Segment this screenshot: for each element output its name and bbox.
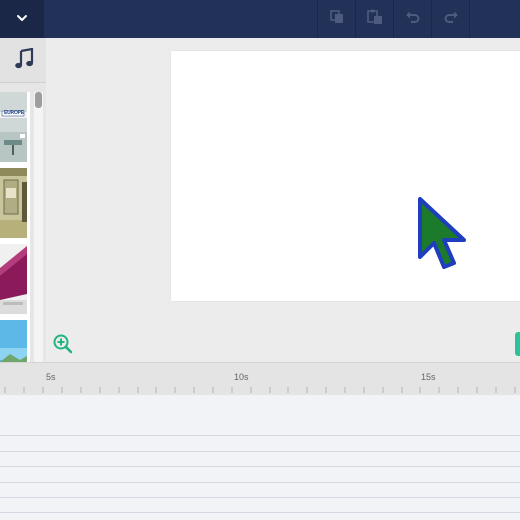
thumbnail-list: EUROPE: [0, 92, 30, 362]
zoom-in-button[interactable]: [52, 333, 74, 355]
top-toolbar: [0, 0, 520, 38]
undo-icon: [405, 9, 421, 30]
scene-thumbnail[interactable]: [0, 244, 27, 314]
track-divider: [0, 451, 520, 452]
ruler-label-10s: 10s: [234, 372, 249, 382]
ruler-ticks: [4, 387, 516, 393]
scrollbar-thumb[interactable]: [35, 92, 42, 108]
track-divider: [0, 435, 520, 436]
track-divider: [0, 512, 520, 513]
asset-panel: EUROPE: [0, 38, 46, 362]
zoom-in-icon: [52, 334, 74, 359]
timeline-tracks[interactable]: [0, 395, 520, 520]
ruler-label-15s: 15s: [421, 372, 436, 382]
toolbar-spacer: [469, 0, 520, 38]
menu-dropdown-button[interactable]: [0, 0, 44, 38]
track-divider: [0, 466, 520, 467]
track-divider: [0, 497, 520, 498]
paste-icon: [366, 9, 384, 30]
track-divider: [0, 482, 520, 483]
music-note-icon: [14, 47, 34, 75]
timeline-ruler[interactable]: 5s 10s 15s: [0, 362, 520, 396]
ruler-label-5s: 5s: [46, 372, 56, 382]
music-tab[interactable]: [4, 42, 44, 80]
undo-button[interactable]: [393, 0, 432, 38]
paste-button[interactable]: [355, 0, 394, 38]
mouse-cursor-icon: [414, 195, 474, 275]
redo-button[interactable]: [431, 0, 470, 38]
scene-thumbnail[interactable]: [0, 168, 27, 238]
asset-tab-row: [0, 38, 46, 83]
scene-thumbnail[interactable]: EUROPE: [0, 92, 27, 162]
copy-button[interactable]: [317, 0, 356, 38]
chevron-down-icon: [16, 10, 28, 28]
copy-icon: [329, 9, 345, 30]
properties-panel-tab[interactable]: [515, 332, 520, 356]
thumbnail-scrollbar[interactable]: [34, 92, 43, 362]
redo-icon: [443, 9, 459, 30]
thumbnail-caption: EUROPE: [4, 110, 24, 116]
scene-thumbnail[interactable]: [0, 320, 27, 362]
